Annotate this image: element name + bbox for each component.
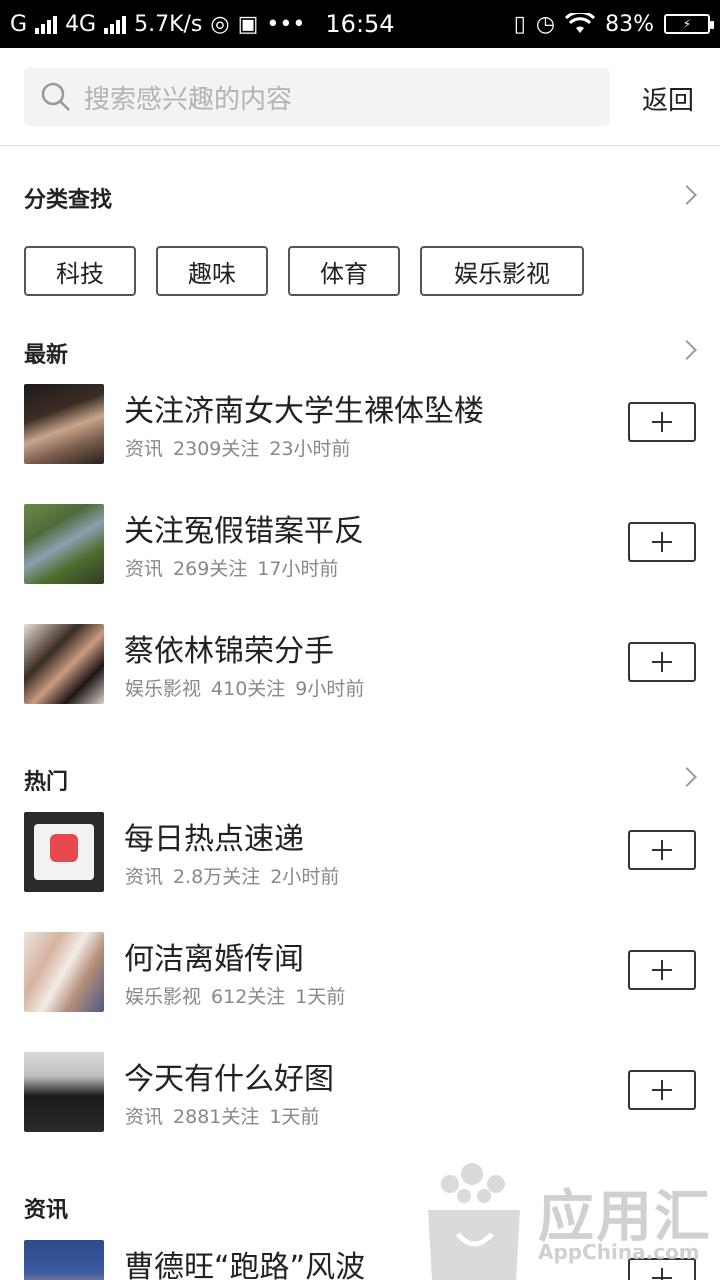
back-button[interactable]: 返回 bbox=[642, 80, 694, 117]
item-follows: 2.8万关注 bbox=[173, 866, 261, 888]
list-item[interactable]: 关注济南女大学生裸体坠楼 资讯 2309关注 23小时前 bbox=[24, 384, 696, 464]
item-follows: 269关注 bbox=[173, 558, 248, 580]
follow-add-button[interactable] bbox=[628, 1070, 696, 1110]
bag-icon: ▣ bbox=[237, 11, 259, 37]
follow-add-button[interactable] bbox=[628, 402, 696, 442]
thumbnail-image bbox=[24, 1240, 104, 1280]
more-dots: ••• bbox=[266, 11, 306, 37]
signal-icon-2 bbox=[104, 14, 127, 34]
item-meta: 资讯 2309关注 23小时前 bbox=[125, 434, 361, 461]
category-tags: 科技 趣味 体育 娱乐影视 bbox=[24, 246, 584, 296]
wifi-icon bbox=[565, 13, 596, 33]
appchina-watermark: 应用汇 AppChina.com bbox=[420, 1158, 720, 1280]
item-category: 资讯 bbox=[125, 866, 164, 888]
tag-sports[interactable]: 体育 bbox=[288, 246, 400, 296]
item-time: 9小时前 bbox=[295, 678, 365, 700]
item-meta: 资讯 269关注 17小时前 bbox=[125, 554, 348, 581]
vibrate-icon: ▯ bbox=[513, 11, 526, 37]
item-time: 2小时前 bbox=[270, 866, 340, 888]
follow-add-button[interactable] bbox=[628, 830, 696, 870]
section-title-news: 资讯 bbox=[24, 1198, 69, 1223]
item-follows: 612关注 bbox=[211, 986, 286, 1008]
battery-percent: 83% bbox=[605, 11, 654, 37]
item-title: 今天有什么好图 bbox=[124, 1062, 334, 1097]
item-follows: 410关注 bbox=[211, 678, 286, 700]
tag-fun[interactable]: 趣味 bbox=[156, 246, 268, 296]
item-time: 17小时前 bbox=[257, 558, 339, 580]
status-right: ▯ ◷ 83% ⚡ bbox=[513, 11, 714, 37]
item-meta: 资讯 2.8万关注 2小时前 bbox=[125, 862, 349, 889]
search-header: 搜索感兴趣的内容 返回 bbox=[0, 48, 720, 146]
follow-add-button[interactable] bbox=[628, 950, 696, 990]
search-input[interactable]: 搜索感兴趣的内容 bbox=[24, 68, 610, 126]
speed-label: 5.7K/s bbox=[134, 11, 203, 37]
section-title-categories: 分类查找 bbox=[24, 188, 113, 213]
item-follows: 2881关注 bbox=[173, 1106, 260, 1128]
item-title: 关注济南女大学生裸体坠楼 bbox=[124, 394, 484, 429]
list-item[interactable]: 关注冤假错案平反 资讯 269关注 17小时前 bbox=[24, 504, 696, 584]
list-item[interactable]: 每日热点速递 资讯 2.8万关注 2小时前 bbox=[24, 812, 696, 892]
item-category: 资讯 bbox=[125, 558, 164, 580]
alarm-icon: ◷ bbox=[535, 11, 556, 37]
item-time: 23小时前 bbox=[269, 438, 351, 460]
carrier-label: G bbox=[10, 11, 28, 37]
item-title: 蔡依林锦荣分手 bbox=[124, 634, 334, 669]
item-title: 每日热点速递 bbox=[124, 822, 304, 857]
item-meta: 资讯 2881关注 1天前 bbox=[125, 1102, 329, 1129]
item-category: 资讯 bbox=[125, 438, 164, 460]
item-time: 1天前 bbox=[295, 986, 346, 1008]
item-title: 关注冤假错案平反 bbox=[124, 514, 364, 549]
thumbnail-image bbox=[24, 624, 104, 704]
signal-icon bbox=[35, 14, 58, 34]
watermark-site: AppChina.com bbox=[538, 1240, 700, 1264]
notification-icon: ◎ bbox=[210, 11, 230, 37]
item-time: 1天前 bbox=[269, 1106, 320, 1128]
status-left: G 4G 5.7K/s ◎ ▣ ••• bbox=[10, 12, 305, 37]
chevron-right-icon[interactable] bbox=[677, 767, 697, 787]
list-item[interactable]: 今天有什么好图 资讯 2881关注 1天前 bbox=[24, 1052, 696, 1132]
item-follows: 2309关注 bbox=[173, 438, 260, 460]
item-category: 娱乐影视 bbox=[125, 678, 202, 700]
follow-add-button[interactable] bbox=[628, 522, 696, 562]
item-meta: 娱乐影视 410关注 9小时前 bbox=[125, 674, 374, 701]
item-category: 娱乐影视 bbox=[125, 986, 202, 1008]
appchina-logo-icon bbox=[428, 1163, 520, 1280]
chevron-right-icon[interactable] bbox=[677, 340, 697, 360]
item-meta: 娱乐影视 612关注 1天前 bbox=[125, 982, 355, 1009]
thumbnail-image bbox=[24, 812, 104, 892]
thumbnail-image bbox=[24, 1052, 104, 1132]
list-item[interactable]: 何洁离婚传闻 娱乐影视 612关注 1天前 bbox=[24, 932, 696, 1012]
item-title: 曹德旺“跑路”风波 bbox=[124, 1250, 366, 1280]
network-label: 4G bbox=[65, 11, 97, 37]
search-icon bbox=[41, 82, 70, 111]
item-category: 资讯 bbox=[125, 1106, 164, 1128]
section-title-hot: 热门 bbox=[24, 770, 69, 795]
battery-icon: ⚡ bbox=[664, 14, 714, 34]
thumbnail-image bbox=[24, 504, 104, 584]
chevron-right-icon[interactable] bbox=[677, 185, 697, 205]
follow-add-button[interactable] bbox=[628, 642, 696, 682]
thumbnail-image bbox=[24, 932, 104, 1012]
search-placeholder: 搜索感兴趣的内容 bbox=[84, 84, 293, 115]
list-item[interactable]: 蔡依林锦荣分手 娱乐影视 410关注 9小时前 bbox=[24, 624, 696, 704]
thumbnail-image bbox=[24, 384, 104, 464]
tag-tech[interactable]: 科技 bbox=[24, 246, 136, 296]
status-bar: G 4G 5.7K/s ◎ ▣ ••• 16:54 ▯ ◷ 83% ⚡ bbox=[0, 0, 720, 48]
item-title: 何洁离婚传闻 bbox=[124, 942, 304, 977]
tag-entertainment[interactable]: 娱乐影视 bbox=[420, 246, 584, 296]
section-title-latest: 最新 bbox=[24, 343, 69, 368]
